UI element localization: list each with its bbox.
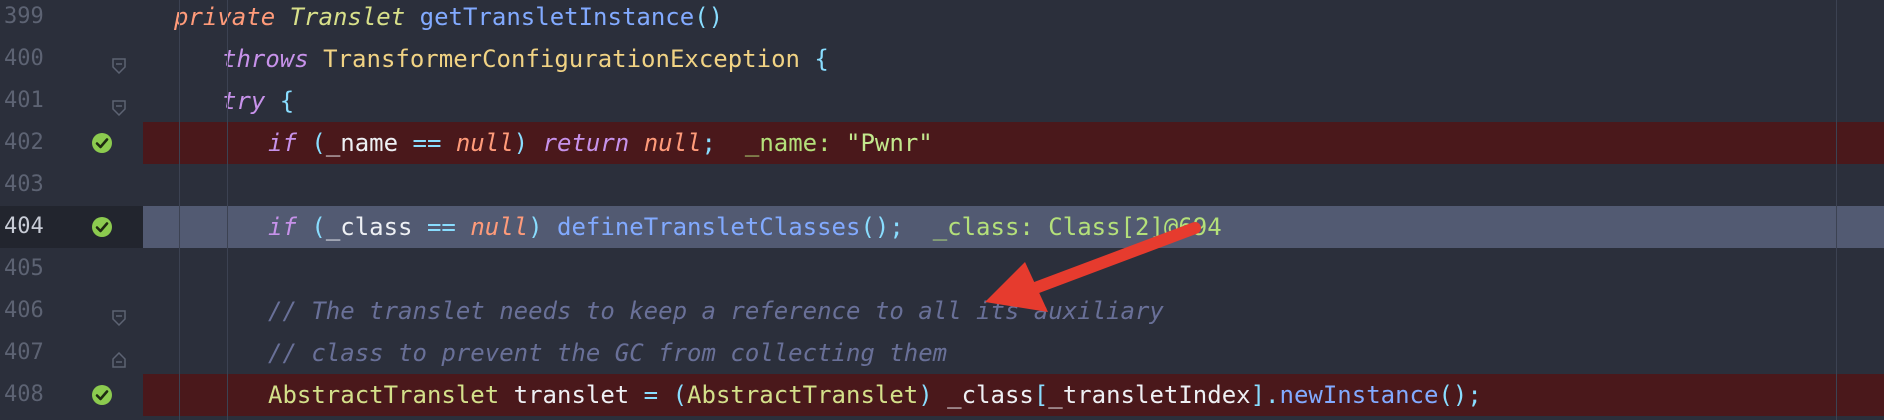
code-editor[interactable]: 399 private Translet getTransletInstance(… xyxy=(0,0,1884,420)
annotation-arrow xyxy=(985,222,1201,312)
